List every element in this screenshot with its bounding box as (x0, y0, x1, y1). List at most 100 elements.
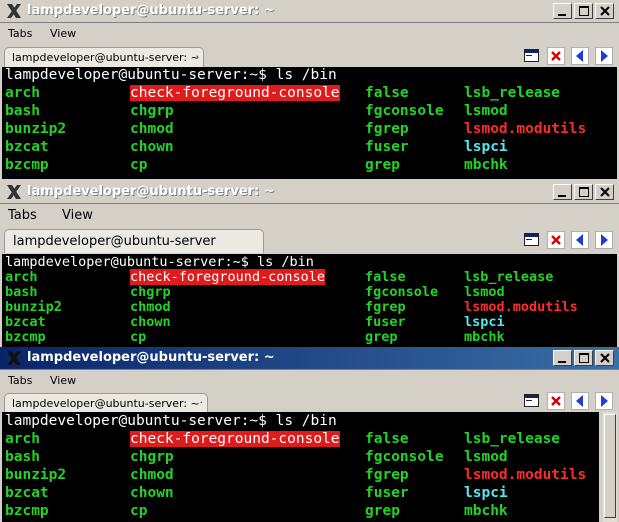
window-title: lampdeveloper@ubuntu-server: ~ (27, 184, 275, 199)
file-entry: mbchk (464, 157, 508, 173)
maximize-button[interactable] (574, 350, 593, 366)
menu-tabs[interactable]: Tabs (8, 27, 32, 40)
file-entry: bzcat (5, 139, 49, 155)
close-tab-button[interactable] (547, 47, 565, 65)
new-tab-button[interactable] (523, 231, 541, 249)
maximize-icon (579, 353, 589, 363)
terminal-window-1: lampdeveloper@ubuntu-server: ~ Tabs View… (0, 0, 619, 181)
new-tab-button[interactable] (523, 47, 541, 65)
minimize-icon (558, 195, 566, 197)
file-entry: chown (130, 485, 174, 501)
window-title: lampdeveloper@ubuntu-server: ~ (27, 350, 275, 365)
prev-tab-button[interactable] (571, 392, 589, 410)
next-tab-icon (595, 231, 613, 249)
minimize-icon (558, 361, 566, 363)
next-tab-button[interactable] (595, 231, 613, 249)
tab-session[interactable]: lampdeveloper@ubuntu-server: ~ · (4, 393, 208, 412)
title-bar[interactable]: lampdeveloper@ubuntu-server: ~ (0, 0, 619, 23)
file-entry: bunzip2 (5, 121, 67, 137)
menu-tabs[interactable]: Tabs (8, 208, 37, 223)
file-entry: lsmod (464, 103, 508, 119)
next-tab-button[interactable] (595, 47, 613, 65)
menu-view[interactable]: View (50, 27, 76, 40)
file-entry: fgrep (365, 467, 409, 483)
prompt-line: lampdeveloper@ubuntu-server:~$ ls /bin (5, 413, 337, 429)
file-entry: bzcmp (5, 503, 49, 519)
x-logo-icon[interactable] (5, 349, 23, 367)
file-entry: cp (130, 503, 148, 519)
x-logo-icon[interactable] (5, 183, 23, 201)
file-entry: lsmod.modutils (464, 299, 578, 315)
prompt-line: lampdeveloper@ubuntu-server:~$ ls /bin (5, 254, 314, 270)
close-tab-button[interactable] (547, 392, 565, 410)
file-entry: check-foreground-console (130, 85, 340, 101)
tab-close-dot[interactable]: · (200, 396, 204, 409)
file-entry: check-foreground-console (130, 269, 326, 285)
vertical-scrollbar[interactable] (603, 412, 617, 522)
prev-tab-icon (571, 392, 589, 410)
maximize-button[interactable] (574, 3, 593, 19)
file-entry: fuser (365, 139, 409, 155)
menu-tabs[interactable]: Tabs (8, 374, 32, 387)
file-entry: bzcmp (5, 157, 49, 173)
tab-bar: lampdeveloper@ubuntu-server: ~ · (0, 390, 619, 412)
next-tab-button[interactable] (595, 392, 613, 410)
terminal-window-3: lampdeveloper@ubuntu-server: ~ Tabs View… (0, 347, 619, 522)
file-entry: lsb_release (464, 85, 561, 101)
file-entry: lsmod (464, 449, 508, 465)
scrollbar-thumb[interactable] (604, 414, 616, 518)
close-button[interactable] (595, 3, 614, 19)
maximize-icon (579, 6, 589, 16)
close-icon (600, 353, 610, 363)
tab-session[interactable]: lampdeveloper@ubuntu-server (4, 229, 264, 253)
file-entry: chown (130, 139, 174, 155)
minimize-button[interactable] (553, 350, 572, 366)
close-button[interactable] (595, 350, 614, 366)
file-entry: chmod (130, 299, 171, 315)
new-tab-button[interactable] (523, 392, 541, 410)
title-bar[interactable]: lampdeveloper@ubuntu-server: ~ (0, 347, 619, 370)
file-entry: lsb_release (464, 431, 561, 447)
file-entry: bzcat (5, 314, 46, 330)
file-entry: chgrp (130, 449, 174, 465)
file-entry: fuser (365, 314, 406, 330)
next-tab-icon (595, 392, 613, 410)
minimize-icon (558, 14, 566, 16)
file-entry: mbchk (464, 503, 508, 519)
file-entry: cp (130, 157, 148, 173)
file-entry: fgconsole (365, 103, 444, 119)
close-button[interactable] (595, 184, 614, 200)
next-tab-icon (595, 47, 613, 65)
terminal-window-2: lampdeveloper@ubuntu-server: ~ Tabs View… (0, 181, 619, 347)
terminal-output[interactable]: lampdeveloper@ubuntu-server:~$ ls /bin a… (2, 67, 617, 179)
tab-label: lampdeveloper@ubuntu-server: ~ (12, 397, 200, 410)
file-entry: check-foreground-console (130, 431, 340, 447)
file-entry: bunzip2 (5, 299, 62, 315)
prev-tab-button[interactable] (571, 231, 589, 249)
file-entry: lsmod (464, 284, 505, 300)
file-entry: arch (5, 269, 38, 285)
tab-session[interactable]: lampdeveloper@ubuntu-server: ~ · (4, 47, 204, 67)
file-entry: chmod (130, 467, 174, 483)
file-entry: lsmod.modutils (464, 121, 587, 137)
minimize-button[interactable] (553, 184, 572, 200)
terminal-output[interactable]: lampdeveloper@ubuntu-server:~$ ls /bin a… (2, 412, 599, 522)
maximize-icon (579, 187, 589, 197)
close-tab-button[interactable] (547, 231, 565, 249)
file-entry: lspci (464, 139, 508, 155)
menu-view[interactable]: View (62, 208, 93, 223)
file-entry: fgconsole (365, 449, 444, 465)
prev-tab-button[interactable] (571, 47, 589, 65)
terminal-output[interactable]: lampdeveloper@ubuntu-server:~$ ls /bin a… (2, 254, 617, 347)
tab-close-dot[interactable]: · (196, 50, 200, 63)
file-entry: fgrep (365, 299, 406, 315)
menu-view[interactable]: View (50, 374, 76, 387)
file-entry: chmod (130, 121, 174, 137)
close-tab-icon (547, 231, 565, 249)
minimize-button[interactable] (553, 3, 572, 19)
maximize-button[interactable] (574, 184, 593, 200)
file-entry: fgconsole (365, 284, 439, 300)
x-logo-icon[interactable] (5, 2, 23, 20)
title-bar[interactable]: lampdeveloper@ubuntu-server: ~ (0, 181, 619, 204)
file-entry: lsmod.modutils (464, 467, 587, 483)
